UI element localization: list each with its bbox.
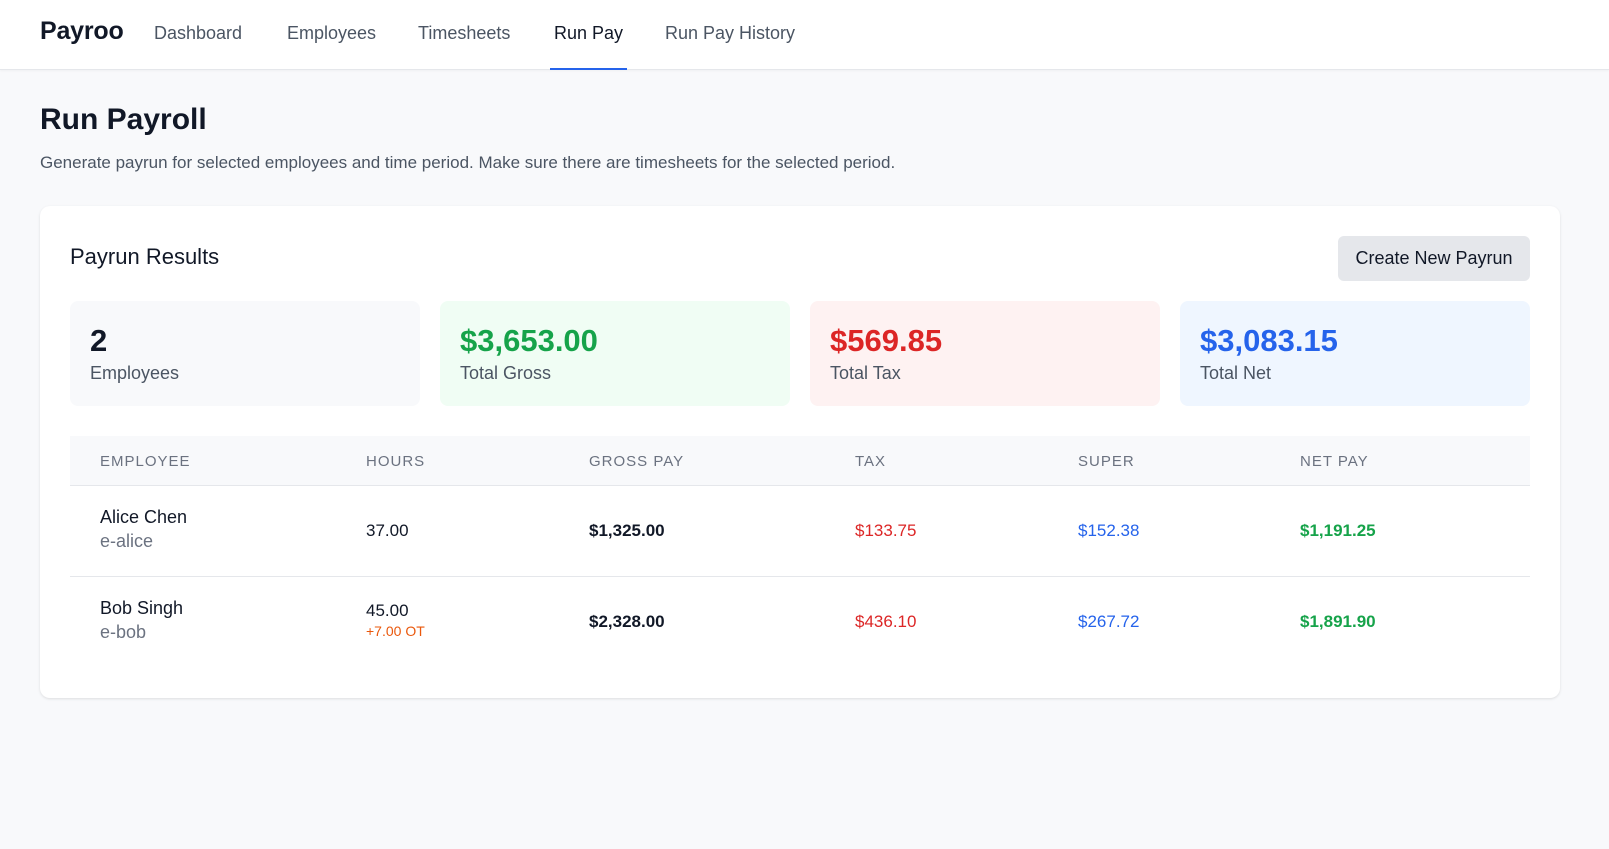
stat-total-gross: $3,653.00 Total Gross <box>440 301 790 406</box>
stat-gross-value: $3,653.00 <box>460 323 598 358</box>
tax-value: $133.75 <box>855 521 917 540</box>
column-header-super: SUPER <box>1078 453 1135 470</box>
column-header-net-pay: NET PAY <box>1300 453 1369 470</box>
stat-total-tax: $569.85 Total Tax <box>810 301 1160 406</box>
table-row: Bob Singh e-bob 45.00 +7.00 OT $2,328.00… <box>70 577 1530 668</box>
stat-total-net: $3,083.15 Total Net <box>1180 301 1530 406</box>
stat-employees-value: 2 <box>90 323 108 358</box>
employee-name: Bob Singh <box>100 598 184 618</box>
column-header-gross-pay: GROSS PAY <box>589 453 685 470</box>
column-header-tax: TAX <box>855 453 887 470</box>
create-new-payrun-button[interactable]: Create New Payrun <box>1338 236 1530 281</box>
hours-cell: 45.00 +7.00 OT <box>366 601 425 639</box>
nav-dashboard[interactable]: Dashboard <box>150 0 246 70</box>
stat-net-label: Total Net <box>1200 363 1272 383</box>
tax-value: $436.10 <box>855 612 917 631</box>
overtime-badge: +7.00 OT <box>366 623 425 639</box>
card-title: Payrun Results <box>70 244 220 269</box>
nav-run-pay-history[interactable]: Run Pay History <box>661 0 799 70</box>
nav-employees[interactable]: Employees <box>283 0 380 70</box>
stat-employees-label: Employees <box>90 363 180 383</box>
employee-cell: Alice Chen e-alice <box>100 507 187 552</box>
brand-logo[interactable]: Payroo <box>40 17 124 46</box>
super-value: $267.72 <box>1078 612 1140 631</box>
gross-pay-value: $1,325.00 <box>589 521 665 540</box>
gross-pay-value: $2,328.00 <box>589 612 665 631</box>
stat-employees: 2 Employees <box>70 301 420 406</box>
table-row: Alice Chen e-alice 37.00 $1,325.00 $133.… <box>70 486 1530 577</box>
stat-gross-label: Total Gross <box>460 363 552 383</box>
column-header-employee: EMPLOYEE <box>100 453 191 470</box>
net-pay-value: $1,191.25 <box>1300 521 1376 540</box>
stat-tax-value: $569.85 <box>830 323 943 358</box>
hours-value: 37.00 <box>366 521 409 540</box>
nav-timesheets[interactable]: Timesheets <box>414 0 514 70</box>
payrun-results-card: Payrun Results Create New Payrun 2 Emplo… <box>40 206 1560 698</box>
stat-tax-label: Total Tax <box>830 363 901 383</box>
employee-name: Alice Chen <box>100 507 188 527</box>
payrun-table: EMPLOYEE HOURS GROSS PAY TAX SUPER NET P… <box>70 436 1530 668</box>
page-title: Run Payroll <box>40 103 207 136</box>
employee-cell: Bob Singh e-bob <box>100 598 183 643</box>
table-header: EMPLOYEE HOURS GROSS PAY TAX SUPER NET P… <box>70 436 1530 486</box>
hours-value: 45.00 <box>366 601 409 620</box>
column-header-hours: HOURS <box>366 453 426 470</box>
top-navigation: Payroo Dashboard Employees Timesheets Ru… <box>0 0 1609 70</box>
stat-net-value: $3,083.15 <box>1200 323 1338 358</box>
super-value: $152.38 <box>1078 521 1140 540</box>
employee-id: e-alice <box>100 531 154 551</box>
nav-run-pay[interactable]: Run Pay <box>550 0 628 70</box>
page-subtitle: Generate payrun for selected employees a… <box>40 153 896 172</box>
net-pay-value: $1,891.90 <box>1300 612 1376 631</box>
employee-id: e-bob <box>100 622 147 642</box>
